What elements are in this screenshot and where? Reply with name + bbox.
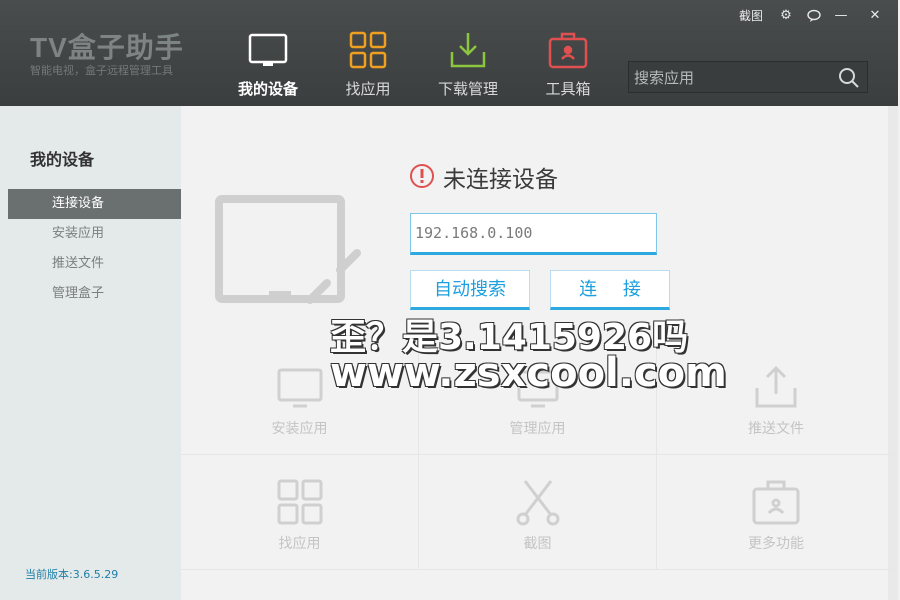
feature-find-apps[interactable]: 找应用 [181,455,419,570]
feature-label: 截图 [523,536,552,552]
nav-my-devices[interactable]: 我的设备 [228,30,308,99]
scissors-icon [513,477,563,527]
minimize-button[interactable]: — [830,6,852,26]
nav-label: 找应用 [345,80,391,98]
feedback-chat-icon[interactable] [803,6,825,26]
warning-icon [410,164,434,188]
sidebar-item-connect-device[interactable]: 连接设备 [8,189,181,219]
feature-label: 管理应用 [509,421,566,437]
tv-icon [275,362,325,412]
nav-label: 工具箱 [545,80,591,98]
feature-label: 找应用 [278,536,321,552]
close-button[interactable]: ✕ [864,6,886,26]
ip-address-input[interactable] [410,213,657,255]
feature-label: 安装应用 [271,421,328,437]
connect-button[interactable]: 连 接 [550,270,670,310]
apps-grid-icon [275,477,325,527]
version-label: 当前版本:3.6.5.29 [25,568,119,581]
apps-grid-icon [348,30,388,70]
feature-label: 推送文件 [748,421,804,437]
nav-toolbox[interactable]: 工具箱 [528,30,608,99]
download-icon [448,30,488,70]
app-window: TV盒子助手 智能电视，盒子远程管理工具 截图 ⚙ — ✕ 我的设备 找应用 下… [0,0,898,600]
search-box [628,61,868,94]
feature-label: 更多功能 [748,536,804,552]
nav-label: 我的设备 [237,80,298,98]
watermark-line2: www.zsxcool.com [330,350,727,396]
nav-download-manager[interactable]: 下载管理 [428,30,508,99]
sidebar-item-manage-box[interactable]: 管理盒子 [8,279,181,309]
app-logo-title: TV盒子助手 [30,32,184,63]
toolbox-icon [548,30,588,70]
toolbox-icon [751,477,801,527]
sidebar-title: 我的设备 [30,150,95,169]
sidebar-item-install-app[interactable]: 安装应用 [8,219,181,249]
push-file-icon [751,362,801,412]
sidebar-item-push-file[interactable]: 推送文件 [8,249,181,279]
search-icon[interactable] [837,66,861,90]
connection-status: 未连接设备 [443,167,558,193]
feature-screenshot[interactable]: 截图 [419,455,657,570]
nav-find-apps[interactable]: 找应用 [328,30,408,99]
sidebar: 我的设备 连接设备 安装应用 推送文件 管理盒子 当前版本:3.6.5.29 [0,106,182,600]
feature-more[interactable]: 更多功能 [657,455,895,570]
tv-icon [248,30,288,70]
auto-search-button[interactable]: 自动搜索 [410,270,530,310]
nav-label: 下载管理 [437,80,498,98]
capture-button[interactable]: 截图 [737,6,765,26]
app-logo-subtitle: 智能电视，盒子远程管理工具 [30,64,173,77]
settings-gear-icon[interactable]: ⚙ [775,6,797,26]
search-input[interactable] [629,62,836,94]
disconnected-tv-icon [215,195,361,310]
top-bar: TV盒子助手 智能电视，盒子远程管理工具 截图 ⚙ — ✕ 我的设备 找应用 下… [0,0,898,106]
